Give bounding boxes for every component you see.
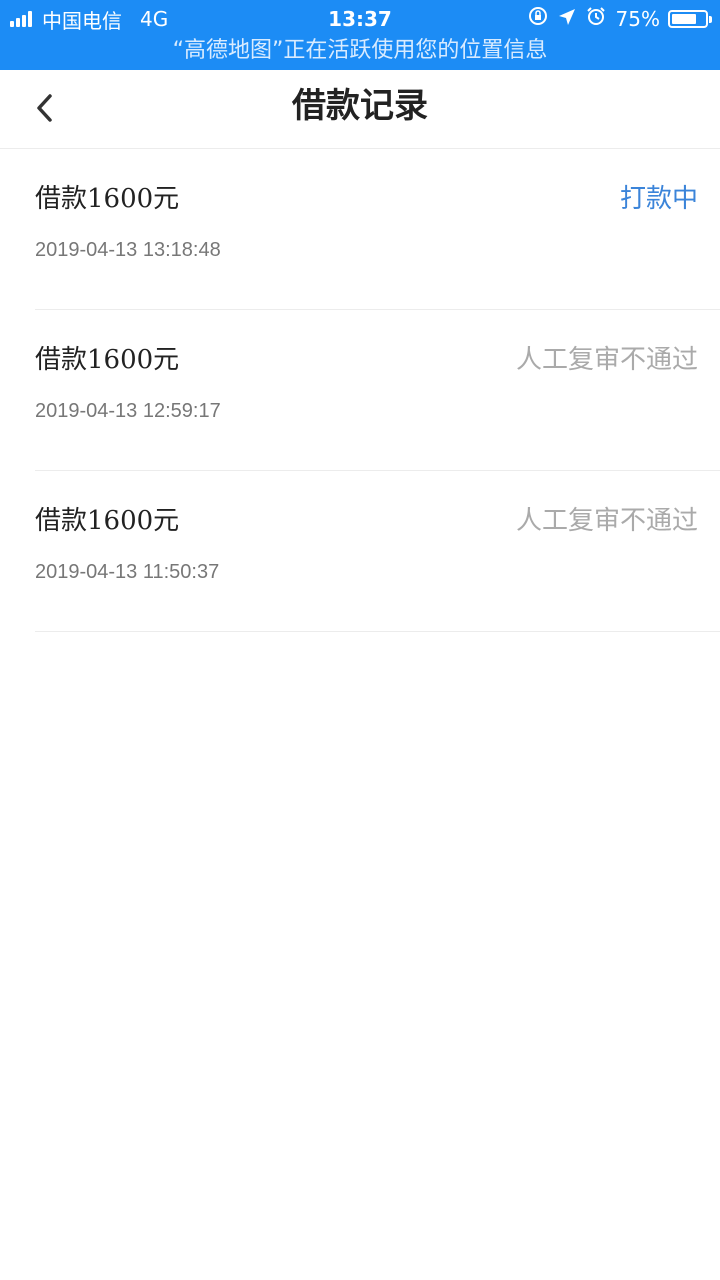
location-arrow-icon	[558, 6, 576, 32]
loan-amount: 借款1600元	[35, 184, 180, 214]
loan-record-item[interactable]: 借款1600元 打款中 2019-04-13 13:18:48	[35, 149, 720, 310]
battery-fill	[672, 14, 696, 24]
navigation-bar: 借款记录	[0, 70, 720, 149]
loan-record-list: 借款1600元 打款中 2019-04-13 13:18:48 借款1600元 …	[0, 149, 720, 632]
loan-status: 打款中	[619, 184, 698, 214]
battery-percent: 75%	[615, 7, 660, 31]
location-in-use-banner[interactable]: “高德地图”正在活跃使用您的位置信息	[0, 36, 720, 66]
loan-time: 2019-04-13 12:59:17	[35, 400, 221, 422]
loan-record-item[interactable]: 借款1600元 人工复审不通过 2019-04-13 12:59:17	[35, 310, 720, 471]
loan-amount: 借款1600元	[35, 506, 180, 536]
rotation-lock-icon	[528, 6, 548, 32]
loan-time: 2019-04-13 13:18:48	[35, 239, 221, 261]
battery-nub	[709, 16, 712, 23]
status-bar: 中国电信 4G 13:37 75% “高德地图”正在活跃使用您的位置信息	[0, 0, 720, 70]
status-bar-right: 75%	[528, 6, 712, 32]
battery-icon	[668, 10, 712, 28]
loan-status: 人工复审不通过	[515, 345, 698, 375]
loan-record-item[interactable]: 借款1600元 人工复审不通过 2019-04-13 11:50:37	[35, 471, 720, 632]
alarm-icon	[586, 6, 606, 32]
loan-status: 人工复审不通过	[515, 506, 698, 536]
loan-amount: 借款1600元	[35, 345, 180, 375]
page-title: 借款记录	[292, 86, 428, 126]
loan-time: 2019-04-13 11:50:37	[35, 561, 220, 583]
